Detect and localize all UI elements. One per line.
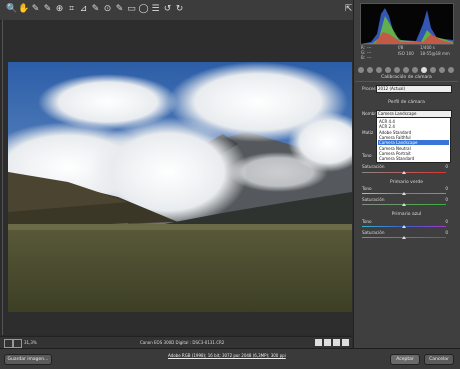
- profile-option[interactable]: Camera Landscape: [378, 140, 449, 146]
- targeted-adjustment-tool-icon[interactable]: ⊕: [54, 4, 65, 15]
- profile-option[interactable]: Camera Faithful: [378, 135, 449, 140]
- green-saturation-label: Saturación: [362, 197, 385, 202]
- profile-option[interactable]: ACR 2.4: [378, 124, 449, 129]
- focal-value: 18-55@18 mm: [420, 51, 450, 56]
- straighten-tool-icon[interactable]: ⊿: [78, 4, 89, 15]
- radial-filter-tool-icon[interactable]: ◯: [138, 4, 149, 15]
- aperture-value: f/8: [398, 45, 404, 50]
- blue-saturation-value[interactable]: 0: [436, 230, 448, 235]
- swap-icon[interactable]: [333, 339, 340, 346]
- red-tone-label: Tono: [362, 153, 372, 158]
- process-value: 2012 (Actual): [378, 86, 406, 91]
- green-tone-value[interactable]: 0: [436, 186, 448, 191]
- blue-primary-title: Primario azul: [391, 212, 422, 217]
- presets-tab-icon[interactable]: [430, 67, 436, 73]
- profile-dropdown-list[interactable]: ACR 4.4 ACR 2.4 Adobe Standard Camera Faith…: [376, 117, 451, 163]
- snapshots-tab-icon[interactable]: [439, 67, 445, 73]
- view-compare-icon[interactable]: [324, 339, 331, 346]
- view-y-icon[interactable]: [315, 339, 322, 346]
- panel-menu-icon[interactable]: [448, 67, 454, 73]
- split-toning-tab-icon[interactable]: [394, 67, 400, 73]
- green-primary-title: Primario verde: [390, 180, 423, 185]
- slider-knob[interactable]: [402, 225, 406, 228]
- profile-option[interactable]: Adobe Standard: [378, 130, 449, 135]
- cancel-button[interactable]: Cancelar: [424, 354, 454, 365]
- accept-button[interactable]: Aceptar: [390, 354, 420, 365]
- hsl-tab-icon[interactable]: [385, 67, 391, 73]
- image-canvas[interactable]: [2, 20, 354, 335]
- slider-knob[interactable]: [402, 171, 406, 174]
- slider-knob[interactable]: [402, 203, 406, 206]
- rotate-ccw-tool-icon[interactable]: ↺: [162, 4, 173, 15]
- adjustment-brush-tool-icon[interactable]: ✎: [114, 4, 125, 15]
- preferences-tool-icon[interactable]: ☰: [150, 4, 161, 15]
- tint-label: Matiz: [362, 130, 374, 135]
- basic-tab-icon[interactable]: [358, 67, 364, 73]
- b-label: B:: [361, 55, 366, 60]
- green-saturation-value[interactable]: 0: [436, 197, 448, 202]
- slider-knob[interactable]: [402, 192, 406, 195]
- red-eye-tool-icon[interactable]: ⊙: [102, 4, 113, 15]
- section-title: Calibración de cámara: [381, 75, 432, 80]
- slider-knob[interactable]: [402, 236, 406, 239]
- profile-option[interactable]: Camera Portrait: [378, 151, 449, 156]
- photo-preview[interactable]: [8, 62, 352, 312]
- red-saturation-value[interactable]: 0: [436, 164, 448, 169]
- zoom-tool-icon[interactable]: 🔍: [6, 4, 17, 15]
- red-saturation-label: Saturación: [362, 164, 385, 169]
- profile-option[interactable]: ACR 4.4: [378, 119, 449, 124]
- landscape-photo: [8, 62, 352, 312]
- camera-calibration-tab-icon[interactable]: [421, 67, 427, 73]
- divider: [355, 81, 458, 82]
- save-image-button[interactable]: Guardar imagen...: [4, 354, 52, 365]
- profile-title: Perfil de cámara: [388, 100, 425, 105]
- settings-icon[interactable]: [342, 339, 349, 346]
- blue-tone-value[interactable]: 0: [436, 219, 448, 224]
- iso-value: ISO 100: [398, 51, 414, 56]
- profile-value: Camera Landscape: [378, 111, 417, 116]
- workflow-options-link[interactable]: Adobe RGB (1998); 16 bit; 3072 por 2048 …: [168, 353, 286, 358]
- hand-tool-icon[interactable]: ✋: [18, 4, 29, 15]
- crop-tool-icon[interactable]: ⌗: [66, 4, 77, 15]
- detail-tab-icon[interactable]: [376, 67, 382, 73]
- blue-tone-label: Tono: [362, 219, 372, 224]
- rotate-cw-tool-icon[interactable]: ↻: [174, 4, 185, 15]
- profile-option[interactable]: Camera Standard: [378, 156, 449, 161]
- histogram: [360, 3, 454, 45]
- profile-option[interactable]: Camera Neutral: [378, 146, 449, 151]
- lens-tab-icon[interactable]: [403, 67, 409, 73]
- shutter-value: 1/400 s: [420, 45, 435, 50]
- spot-removal-tool-icon[interactable]: ✎: [90, 4, 101, 15]
- tone-curve-tab-icon[interactable]: [367, 67, 373, 73]
- process-select[interactable]: 2012 (Actual): [376, 85, 452, 93]
- color-sampler-tool-icon[interactable]: ✎: [42, 4, 53, 15]
- blue-saturation-label: Saturación: [362, 230, 385, 235]
- zoom-in-icon[interactable]: [13, 339, 22, 348]
- b-value: ---: [367, 55, 372, 60]
- zoom-out-icon[interactable]: [4, 339, 13, 348]
- footer: Guardar imagen... Adobe RGB (1998); 16 b…: [0, 348, 460, 369]
- graduated-filter-tool-icon[interactable]: ▭: [126, 4, 137, 15]
- white-balance-tool-icon[interactable]: ✎: [30, 4, 41, 15]
- green-tone-label: Tono: [362, 186, 372, 191]
- effects-tab-icon[interactable]: [412, 67, 418, 73]
